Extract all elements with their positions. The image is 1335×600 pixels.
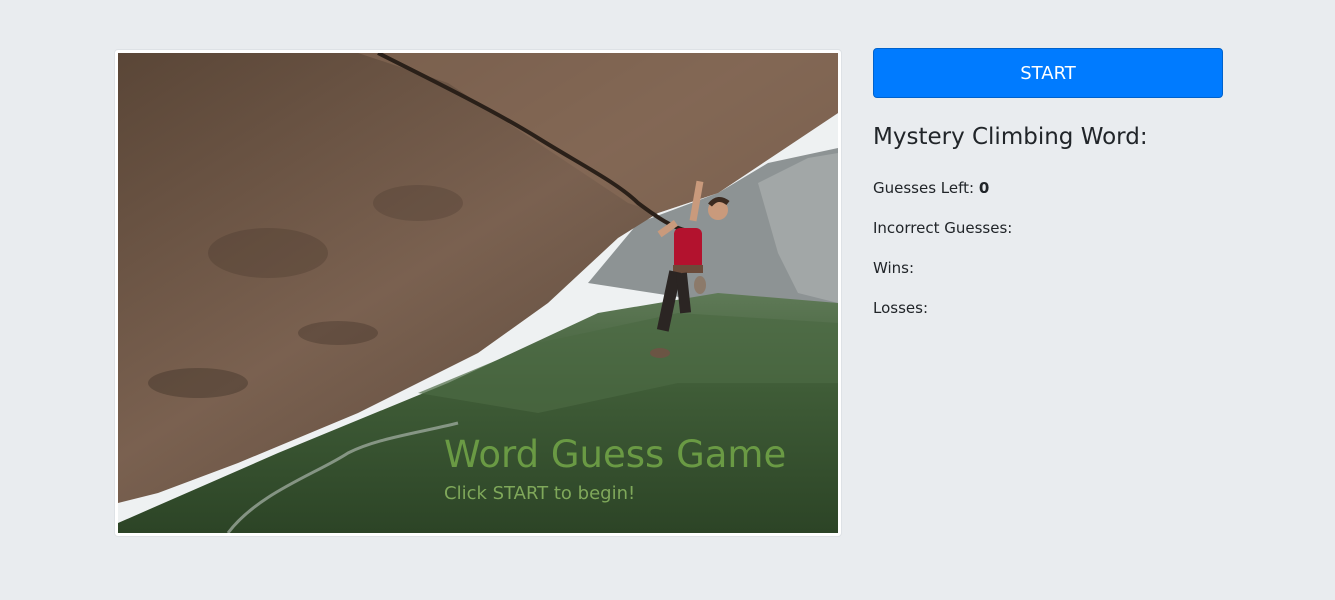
losses-stat: Losses: (873, 298, 1223, 318)
wins-label: Wins: (873, 258, 915, 277)
mystery-word-heading: Mystery Climbing Word: (873, 124, 1148, 150)
photo-caption: Word Guess Game Click START to begin! (444, 433, 786, 504)
game-title: Word Guess Game (444, 433, 787, 476)
start-button[interactable]: START (873, 48, 1223, 98)
climber-photo: Word Guess Game Click START to begin! (118, 53, 838, 533)
game-instruction: Click START to begin! (444, 483, 636, 505)
incorrect-guesses-stat: Incorrect Guesses: (873, 218, 1223, 238)
losses-label: Losses: (873, 298, 928, 317)
hero-image-frame: Word Guess Game Click START to begin! (114, 49, 842, 537)
wins-stat: Wins: (873, 258, 1223, 278)
guesses-left-value: 0 (978, 178, 990, 197)
game-panel: START Mystery Climbing Word: Guesses Lef… (873, 48, 1223, 318)
incorrect-guesses-label: Incorrect Guesses: (873, 218, 1013, 237)
guesses-left-label: Guesses Left: (873, 178, 979, 197)
guesses-left-stat: Guesses Left: 0 (873, 178, 1223, 198)
